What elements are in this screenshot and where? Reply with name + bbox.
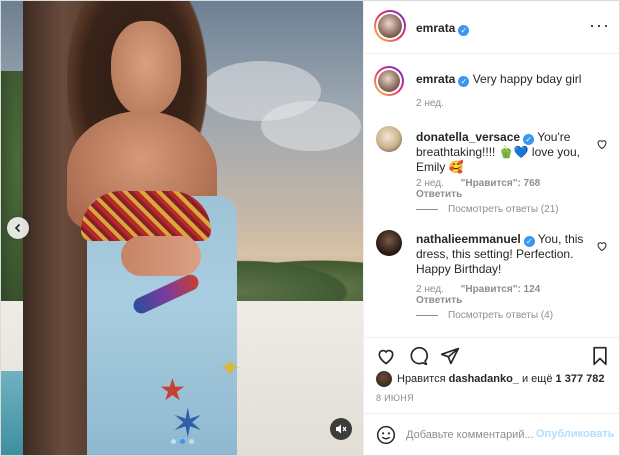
chevron-left-icon[interactable] xyxy=(7,217,29,239)
post-sidebar: emrata ✓ ··· emrata ✓ Very happy bday girl… xyxy=(363,1,619,455)
heart-icon[interactable] xyxy=(376,346,396,366)
photo-arm xyxy=(121,236,201,276)
verified-badge-icon: ✓ xyxy=(458,25,470,36)
replies-divider xyxy=(416,315,438,316)
reply-button[interactable]: Ответить xyxy=(416,189,462,200)
bookmark-icon[interactable] xyxy=(590,346,610,366)
comment-likes[interactable]: "Нравится": 124 xyxy=(461,284,541,295)
volume-muted-icon[interactable] xyxy=(330,418,352,440)
heart-icon[interactable] xyxy=(596,240,608,252)
likes-summary: Нравится dashadanko_ и ещё 1 377 782 xyxy=(376,371,604,387)
share-icon[interactable] xyxy=(440,346,460,366)
carousel-dot-active xyxy=(179,439,185,444)
author-username[interactable]: emrata xyxy=(416,21,455,35)
comment-item: nathalieemmanuel ✓ You, this dress, this … xyxy=(374,226,614,336)
comment-icon[interactable] xyxy=(408,346,428,366)
comment-username[interactable]: donatella_versace xyxy=(416,130,520,144)
comment-text-block: donatella_versace ✓ You're breathtaking!!… xyxy=(416,130,592,175)
likes-prefix: Нравится xyxy=(397,373,446,385)
avatar xyxy=(378,14,402,38)
comment-meta: 2 нед. xyxy=(416,98,458,109)
publish-button[interactable]: Опубликовать xyxy=(536,428,615,440)
view-replies-button[interactable]: Посмотреть ответы (21) xyxy=(416,204,559,215)
commenter-avatar[interactable] xyxy=(376,126,402,152)
comment-input[interactable] xyxy=(406,426,556,444)
verified-badge-icon: ✓ xyxy=(523,134,535,145)
view-replies-label: Посмотреть ответы (4) xyxy=(448,310,554,321)
add-comment-bar: Опубликовать xyxy=(364,413,619,455)
post-photo[interactable]: ★ ✶ ✦ xyxy=(1,1,363,455)
carousel-indicator xyxy=(1,439,363,444)
post-dialog: ★ ✶ ✦ emrata ✓ ··· emrata ✓ Very happy b… xyxy=(0,0,620,456)
comment-username[interactable]: emrata xyxy=(416,72,455,86)
post-date[interactable]: 8 ИЮНЯ xyxy=(376,393,414,403)
view-replies-label: Посмотреть ответы (21) xyxy=(448,204,559,215)
more-options-icon[interactable]: ··· xyxy=(589,15,610,36)
commenter-avatar[interactable] xyxy=(376,230,402,256)
comment-meta: 2 нед. "Нравится": 768 Ответить xyxy=(416,178,614,200)
comment-likes[interactable]: "Нравится": 768 xyxy=(461,178,541,189)
reply-button[interactable]: Ответить xyxy=(416,295,462,306)
carousel-dot xyxy=(188,439,194,444)
likes-user[interactable]: dashadanko_ xyxy=(449,373,519,385)
comment-text-block: nathalieemmanuel ✓ You, this dress, this … xyxy=(416,232,592,277)
caption-comment: emrata ✓ Very happy bday girl 2 нед. xyxy=(374,66,614,126)
comment-time: 2 нед. xyxy=(416,98,444,109)
avatar xyxy=(378,70,400,92)
comment-text: Very happy bday girl xyxy=(472,72,582,86)
photo-face xyxy=(111,21,181,116)
smiley-icon[interactable] xyxy=(376,425,396,445)
likes-count[interactable]: 1 377 782 xyxy=(556,373,605,385)
comments-list: emrata ✓ Very happy bday girl 2 нед. dona… xyxy=(364,54,619,336)
comment-item: donatella_versace ✓ You're breathtaking!!… xyxy=(374,124,614,224)
avatar[interactable] xyxy=(376,371,392,387)
author-avatar[interactable] xyxy=(374,10,406,42)
action-bar xyxy=(364,337,619,372)
photo-cloud xyxy=(261,101,361,151)
comment-username[interactable]: nathalieemmanuel xyxy=(416,232,521,246)
photo-bodice xyxy=(81,191,211,241)
comment-time: 2 нед. xyxy=(416,178,444,189)
heart-icon[interactable] xyxy=(596,138,608,150)
post-header: emrata ✓ ··· xyxy=(364,1,619,54)
verified-badge-icon: ✓ xyxy=(458,76,470,87)
author-name-row: emrata ✓ xyxy=(416,19,470,37)
photo-seahorse: ✦ xyxy=(219,353,241,383)
likes-middle: и ещё xyxy=(521,373,553,385)
comment-text-block: emrata ✓ Very happy bday girl xyxy=(416,72,592,87)
comment-time: 2 нед. xyxy=(416,284,444,295)
verified-badge-icon: ✓ xyxy=(523,236,535,247)
commenter-avatar[interactable] xyxy=(374,66,404,96)
replies-divider xyxy=(416,209,438,210)
view-replies-button[interactable]: Посмотреть ответы (4) xyxy=(416,310,553,321)
comment-meta: 2 нед. "Нравится": 124 Ответить xyxy=(416,284,614,306)
carousel-dot xyxy=(170,439,176,444)
